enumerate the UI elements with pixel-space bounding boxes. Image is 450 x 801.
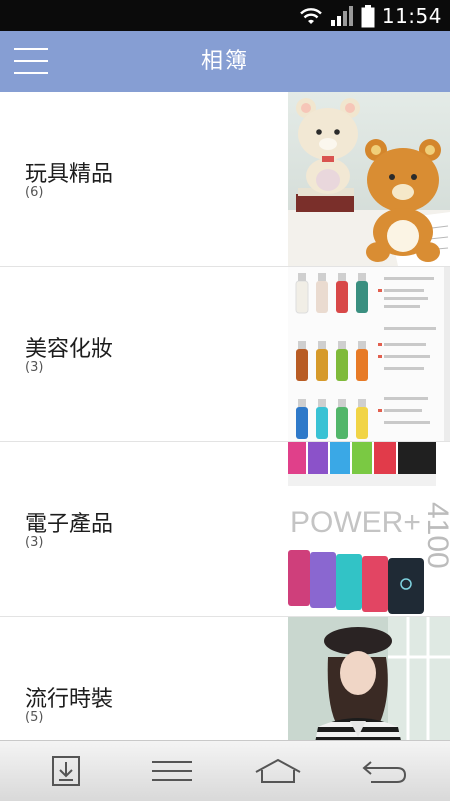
wifi-icon [300,8,322,24]
page-title: 相簿 [200,49,249,74]
nav-bar [0,740,450,801]
status-bar: 11:54 [0,0,450,31]
album-name: 電子產品 [25,512,114,537]
album-thumbnail-cosmetics [288,267,450,441]
album-thumbnail-toys [288,92,450,266]
album-thumbnail-electronics: POWER+ 4100 [288,442,450,616]
album-name: 流行時裝 [25,687,114,712]
album-item-cosmetics[interactable]: 美容化妝 (3) [0,267,450,442]
album-count: (3) [25,535,44,550]
album-count: (6) [25,185,44,200]
album-count: (3) [25,360,44,375]
album-item-toys[interactable]: 玩具精品 (6) [0,92,450,267]
menu-lines-icon[interactable] [144,749,200,793]
home-icon[interactable] [250,749,306,793]
app-bar: 相簿 [0,31,450,92]
status-time: 11:54 [381,4,442,28]
album-name: 美容化妝 [25,337,114,362]
signal-icon [330,6,353,26]
album-thumbnail-fashion [288,617,450,740]
album-list[interactable]: 玩具精品 (6) 美容化妝 (3) 電子產品 (3) POWER+ 4100 流… [0,92,450,740]
album-item-electronics[interactable]: 電子產品 (3) POWER+ 4100 [0,442,450,617]
album-name: 玩具精品 [25,162,114,187]
back-icon[interactable] [356,749,412,793]
album-item-fashion[interactable]: 流行時裝 (5) [0,617,450,740]
battery-icon [361,4,375,27]
download-box-icon[interactable] [38,749,94,793]
status-icons: 11:54 [299,4,442,28]
album-count: (5) [25,710,44,725]
capacity-text: 4100 [421,502,450,569]
power-text: POWER+ [290,506,421,539]
